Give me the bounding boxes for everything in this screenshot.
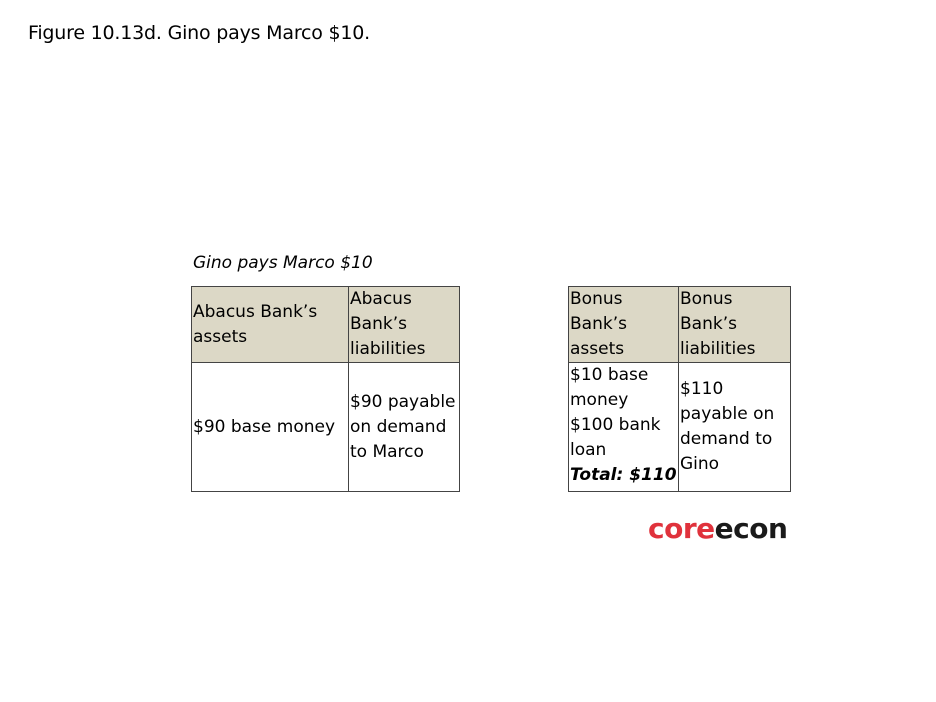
bonus-assets-bank-loan: $100 bank loan (570, 415, 661, 460)
abacus-assets-cell: $90 base money (191, 362, 349, 492)
abacus-liabilities-header: Abacus Bank’s liabilities (348, 286, 460, 363)
bonus-assets-total: Total: $110 (570, 465, 677, 485)
abacus-body-row: $90 base money $90 payable on demand to … (191, 362, 460, 492)
figure-title: Figure 10.13d. Gino pays Marco $10. (28, 22, 371, 44)
bonus-liabilities-header: Bonus Bank’s liabilities (678, 286, 791, 363)
bonus-assets-cell: $10 base money $100 bank loan Total: $11… (568, 362, 679, 492)
abacus-liabilities-cell: $90 payable on demand to Marco (348, 362, 460, 492)
bonus-header-row: Bonus Bank’s assets Bonus Bank’s liabili… (568, 286, 791, 363)
bonus-bank-balance-sheet: Bonus Bank’s assets Bonus Bank’s liabili… (568, 286, 791, 492)
logo-econ-text: econ (714, 512, 788, 545)
logo-core-text: core (648, 512, 715, 545)
abacus-bank-balance-sheet: Abacus Bank’s assets Abacus Bank’s liabi… (191, 286, 460, 492)
table-caption: Gino pays Marco $10 (193, 253, 373, 273)
coreecon-logo: coreecon (648, 512, 788, 545)
bonus-body-row: $10 base money $100 bank loan Total: $11… (568, 362, 791, 492)
abacus-header-row: Abacus Bank’s assets Abacus Bank’s liabi… (191, 286, 460, 363)
abacus-assets-header: Abacus Bank’s assets (191, 286, 349, 363)
bonus-assets-header: Bonus Bank’s assets (568, 286, 679, 363)
bonus-liabilities-cell: $110 payable on demand to Gino (678, 362, 791, 492)
bonus-assets-base-money: $10 base money (570, 365, 649, 410)
